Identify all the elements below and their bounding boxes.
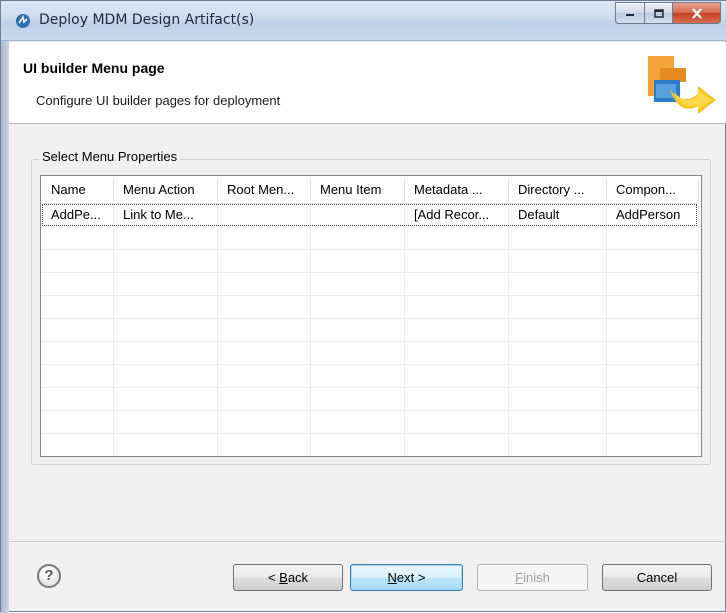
footer-divider	[9, 541, 726, 542]
finish-button-label: inish	[523, 570, 550, 585]
maximize-button[interactable]	[645, 2, 673, 24]
empty-table-row	[41, 342, 701, 365]
help-icon: ?	[44, 567, 54, 584]
page-description: Configure UI builder pages for deploymen…	[36, 93, 281, 108]
empty-table-row	[41, 434, 701, 456]
window-title: Deploy MDM Design Artifact(s)	[39, 12, 255, 28]
close-icon	[691, 7, 702, 19]
minimize-icon	[626, 14, 634, 16]
column-header-menu-action[interactable]: Menu Action	[113, 176, 217, 204]
group-label: Select Menu Properties	[39, 149, 181, 164]
deploy-wizard-icon	[648, 56, 716, 114]
empty-table-row	[41, 319, 701, 342]
column-header-root-menu[interactable]: Root Men...	[217, 176, 310, 204]
row-focus-outline	[42, 204, 697, 226]
column-header-directory[interactable]: Directory ...	[508, 176, 606, 204]
next-button[interactable]: Next >	[350, 564, 463, 591]
empty-table-row	[41, 296, 701, 319]
menu-properties-table[interactable]: Name Menu Action Root Men... Menu Item M…	[40, 175, 702, 457]
column-header-menu-item[interactable]: Menu Item	[310, 176, 404, 204]
next-button-mnemonic: N	[387, 570, 397, 585]
empty-table-row	[41, 388, 701, 411]
cancel-button-label: Cancel	[636, 570, 678, 585]
back-button-prefix: <	[267, 570, 280, 585]
empty-table-row	[41, 365, 701, 388]
help-button[interactable]: ?	[37, 564, 61, 588]
empty-table-row	[41, 250, 701, 273]
maximize-icon	[653, 8, 664, 18]
cancel-button[interactable]: Cancel	[602, 564, 712, 591]
empty-table-row	[41, 411, 701, 434]
table-header: Name Menu Action Root Men... Menu Item M…	[41, 176, 701, 204]
page-title: UI builder Menu page	[23, 60, 165, 76]
column-divider[interactable]	[698, 179, 699, 201]
minimize-button[interactable]	[615, 2, 645, 24]
next-button-label: ext >	[396, 570, 426, 585]
column-header-name[interactable]: Name	[41, 176, 113, 204]
wizard-header: UI builder Menu page Configure UI builde…	[9, 42, 726, 124]
back-button-label: ack	[287, 570, 309, 585]
column-header-component[interactable]: Compon...	[606, 176, 698, 204]
finish-button-mnemonic: F	[515, 570, 524, 585]
column-header-metadata[interactable]: Metadata ...	[404, 176, 508, 204]
empty-table-row	[41, 227, 701, 250]
close-button[interactable]	[673, 2, 721, 24]
window-left-frame	[1, 1, 9, 613]
finish-button[interactable]: Finish	[477, 564, 588, 591]
app-icon	[16, 14, 30, 28]
dialog-window: Deploy MDM Design Artifact(s) UI builder…	[0, 0, 726, 613]
empty-table-row	[41, 273, 701, 296]
back-button[interactable]: < Back	[233, 564, 343, 591]
table-row[interactable]: AddPe... Link to Me... [Add Recor... Def…	[41, 204, 701, 227]
title-bar[interactable]: Deploy MDM Design Artifact(s)	[1, 1, 726, 41]
window-controls	[615, 2, 721, 24]
back-button-mnemonic: B	[279, 570, 288, 585]
